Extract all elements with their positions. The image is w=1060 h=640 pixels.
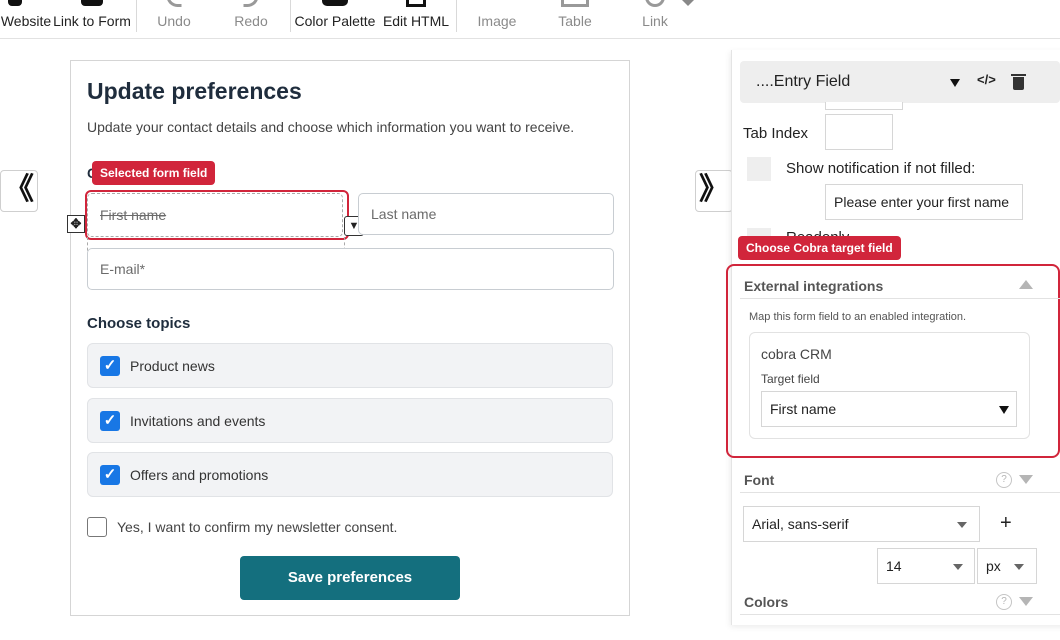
edit-html-button[interactable]: Edit HTML xyxy=(380,0,452,38)
last-name-field[interactable]: Last name xyxy=(358,193,614,235)
link-icon xyxy=(645,0,665,7)
collapse-right-toggle[interactable]: 》 xyxy=(695,170,733,212)
form-subtitle: Update your contact details and choose w… xyxy=(87,119,575,135)
checkbox-checked[interactable]: ✓ xyxy=(100,356,120,376)
tab-index-input[interactable] xyxy=(825,114,893,150)
redo-button[interactable]: Redo xyxy=(222,0,280,38)
show-notification-label: Show notification if not filled: xyxy=(786,160,976,177)
consent-checkbox[interactable] xyxy=(87,517,107,537)
show-notification-checkbox[interactable] xyxy=(747,157,771,181)
external-integrations-header[interactable]: External integrations xyxy=(740,273,1060,299)
collapse-up-icon[interactable] xyxy=(1019,280,1033,289)
properties-panel: ....Entry Field </> Tab Index Show notif… xyxy=(726,50,1060,625)
trash-icon[interactable] xyxy=(1013,77,1024,90)
font-size-select[interactable]: 14 xyxy=(877,548,975,584)
font-section-header[interactable]: Font xyxy=(740,467,1060,493)
font-family-select[interactable]: Arial, sans-serif xyxy=(743,506,980,542)
panel-header: ....Entry Field </> xyxy=(740,61,1060,103)
globe-icon xyxy=(8,0,22,6)
selected-field-outline xyxy=(85,190,349,240)
link-form-icon xyxy=(81,0,103,6)
dropdown-caret-icon[interactable] xyxy=(950,79,960,87)
select-caret-icon xyxy=(953,564,963,570)
help-icon[interactable]: ? xyxy=(996,594,1012,610)
section-title: Colors xyxy=(744,594,789,610)
topic-label: Product news xyxy=(130,358,215,374)
selected-field-badge: Selected form field xyxy=(92,161,216,185)
email-field[interactable]: E-mail* xyxy=(87,248,614,290)
topic-offers-promotions[interactable]: ✓ Offers and promotions xyxy=(87,452,613,497)
topics-title: Choose topics xyxy=(87,315,191,332)
cobra-target-badge: Choose Cobra target field xyxy=(738,236,901,260)
double-chevron-right-icon: 》 xyxy=(699,173,729,206)
color-palette-button[interactable]: Color Palette xyxy=(293,0,377,38)
link-to-form-button[interactable]: Link to Form xyxy=(52,0,132,38)
table-icon xyxy=(561,0,589,7)
font-family-value: Arial, sans-serif xyxy=(752,516,849,532)
section-title: Font xyxy=(744,472,775,488)
section-title: External integrations xyxy=(744,278,884,294)
redo-icon xyxy=(243,0,259,7)
topic-label: Invitations and events xyxy=(130,413,266,429)
tab-index-label: Tab Index xyxy=(743,125,809,142)
checkbox-checked[interactable]: ✓ xyxy=(100,465,120,485)
table-button[interactable]: Table xyxy=(546,0,604,38)
select-caret-icon xyxy=(1014,564,1024,570)
select-caret-icon xyxy=(957,522,967,528)
panel-title: ....Entry Field xyxy=(756,73,851,90)
link-button[interactable]: Link xyxy=(626,0,684,38)
editor-toolbar: Website Link to Form Undo Redo Color Pal… xyxy=(0,0,1060,39)
html-icon xyxy=(406,0,426,7)
form-title: Update preferences xyxy=(87,78,302,104)
help-icon[interactable]: ? xyxy=(996,472,1012,488)
notification-text-input[interactable]: Please enter your first name xyxy=(825,184,1023,220)
colors-section-header[interactable]: Colors xyxy=(740,589,1060,615)
website-button[interactable]: Website xyxy=(0,0,52,38)
prev-field-input-edge[interactable] xyxy=(825,102,903,110)
undo-button[interactable]: Undo xyxy=(145,0,203,38)
topic-label: Offers and promotions xyxy=(130,467,269,483)
collapse-left-toggle[interactable]: 《 xyxy=(0,170,38,212)
toolbar-divider xyxy=(290,0,291,32)
expand-down-icon[interactable] xyxy=(1019,597,1033,606)
target-field-select[interactable]: First name xyxy=(761,391,1017,427)
code-icon[interactable]: </> xyxy=(977,72,996,87)
expand-down-icon[interactable] xyxy=(1019,475,1033,484)
save-preferences-button[interactable]: Save preferences xyxy=(240,556,460,600)
font-size-value: 14 xyxy=(886,558,902,574)
integration-description: Map this form field to an enabled integr… xyxy=(749,311,967,323)
select-caret-icon xyxy=(999,406,1009,414)
chevron-down-icon[interactable] xyxy=(682,0,694,6)
double-chevron-left-icon: 《 xyxy=(4,173,34,206)
undo-icon xyxy=(166,0,182,7)
trash-lid xyxy=(1011,74,1026,76)
integration-card: cobra CRM Target field First name xyxy=(749,332,1030,439)
toolbar-divider xyxy=(456,0,457,32)
font-unit-value: px xyxy=(986,558,1001,574)
drag-handle-icon[interactable]: ✥ xyxy=(67,215,85,233)
consent-label: Yes, I want to confirm my newsletter con… xyxy=(117,519,398,535)
topic-product-news[interactable]: ✓ Product news xyxy=(87,343,613,388)
form-preview-card: Update preferences Update your contact d… xyxy=(67,60,630,616)
integration-name: cobra CRM xyxy=(761,346,832,362)
font-unit-select[interactable]: px xyxy=(977,548,1037,584)
toolbar-divider xyxy=(136,0,137,32)
add-font-button[interactable]: + xyxy=(1000,512,1012,535)
checkbox-checked[interactable]: ✓ xyxy=(100,411,120,431)
image-button[interactable]: Image xyxy=(468,0,526,38)
target-field-label: Target field xyxy=(761,372,820,386)
topic-invitations-events[interactable]: ✓ Invitations and events xyxy=(87,398,613,443)
palette-icon xyxy=(322,0,348,6)
target-field-value: First name xyxy=(770,401,837,417)
